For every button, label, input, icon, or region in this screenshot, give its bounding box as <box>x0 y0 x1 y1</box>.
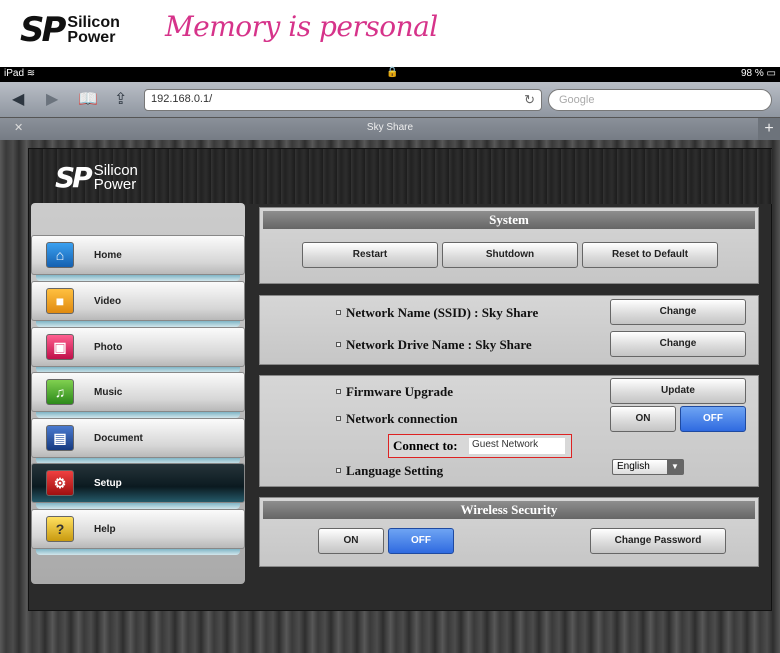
music-icon: ♫ <box>46 379 74 405</box>
ssid-row: Network Name (SSID) : Sky Share <box>336 305 538 321</box>
sidebar-item-label: Help <box>94 523 116 535</box>
sidebar-item-photo[interactable]: ▣ Photo <box>31 327 245 373</box>
sidebar-item-label: Setup <box>94 477 122 489</box>
device-label: iPad ≋ <box>4 68 36 79</box>
wireless-security-panel: Wireless Security ON OFF Change Password <box>259 497 759 567</box>
shutdown-button[interactable]: Shutdown <box>442 242 578 268</box>
bullet-icon <box>336 388 341 394</box>
wifi-icon: ≋ <box>26 68 36 79</box>
logo-mark: SP <box>20 10 66 50</box>
tab-title[interactable]: Sky Share <box>0 122 780 133</box>
connect-to-field: Connect to: Guest Network <box>388 434 572 458</box>
header-logo: SP Silicon Power <box>55 161 138 194</box>
wireless-off-button[interactable]: OFF <box>388 528 454 554</box>
connect-to-input[interactable]: Guest Network <box>469 438 565 454</box>
new-tab-icon[interactable]: + <box>758 118 780 140</box>
address-bar[interactable]: 192.168.0.1/ ↻ <box>144 89 542 111</box>
battery-status: 98 % ▭ <box>740 68 776 79</box>
app-container: SP Silicon Power ⌂ Home ■ Video ▣ Photo … <box>28 148 773 611</box>
app-header: SP Silicon Power <box>29 149 773 204</box>
status-bar: iPad ≋ 🔒 98 % ▭ <box>0 67 780 82</box>
bullet-icon <box>336 341 341 347</box>
url-text: 192.168.0.1/ <box>151 93 213 105</box>
document-icon: ▤ <box>46 425 74 451</box>
bullet-icon <box>336 415 341 421</box>
sidebar-item-setup[interactable]: ⚙ Setup <box>31 463 245 509</box>
sidebar: ⌂ Home ■ Video ▣ Photo ♫ Music ▤ Documen… <box>31 203 245 584</box>
reload-icon[interactable]: ↻ <box>524 92 535 108</box>
battery-icon: ▭ <box>766 68 776 79</box>
help-icon: ? <box>46 516 74 542</box>
change-ssid-button[interactable]: Change <box>610 299 746 325</box>
logo-word-bottom: Power <box>67 29 116 46</box>
video-icon: ■ <box>46 288 74 314</box>
language-select[interactable]: English ▼ <box>612 459 684 475</box>
sidebar-item-video[interactable]: ■ Video <box>31 281 245 327</box>
sidebar-item-label: Home <box>94 249 122 261</box>
sidebar-item-home[interactable]: ⌂ Home <box>31 235 245 281</box>
back-icon[interactable]: ◀ <box>12 89 24 109</box>
system-panel: System Restart Shutdown Reset to Default <box>259 207 759 284</box>
language-row: Language Setting <box>336 463 443 479</box>
bookmarks-icon[interactable]: 📖 <box>78 89 98 109</box>
change-drive-name-button[interactable]: Change <box>610 331 746 357</box>
network-name-panel: Network Name (SSID) : Sky Share Change N… <box>259 295 759 365</box>
drive-name-row: Network Drive Name : Sky Share <box>336 337 532 353</box>
connection-off-button[interactable]: OFF <box>680 406 746 432</box>
bullet-icon <box>336 467 341 473</box>
tagline: Memory is personal <box>165 10 438 43</box>
sidebar-item-document[interactable]: ▤ Document <box>31 418 245 464</box>
wireless-security-title: Wireless Security <box>263 501 755 519</box>
chevron-down-icon: ▼ <box>667 460 683 474</box>
search-field[interactable]: Google <box>548 89 772 111</box>
firmware-row: Firmware Upgrade <box>336 384 453 400</box>
sidebar-item-music[interactable]: ♫ Music <box>31 372 245 418</box>
sidebar-item-label: Video <box>94 295 122 307</box>
update-button[interactable]: Update <box>610 378 746 404</box>
photo-icon: ▣ <box>46 334 74 360</box>
header-logo-bottom: Power <box>93 175 137 193</box>
setup-icon: ⚙ <box>46 470 74 496</box>
sidebar-item-label: Document <box>94 432 143 444</box>
home-icon: ⌂ <box>46 242 74 268</box>
wireless-on-button[interactable]: ON <box>318 528 384 554</box>
restart-button[interactable]: Restart <box>302 242 438 268</box>
share-icon[interactable]: ⇪ <box>114 89 127 109</box>
sidebar-item-help[interactable]: ? Help <box>31 509 245 555</box>
logo-word-top: Silicon <box>67 14 120 31</box>
silicon-power-logo: SP Silicon Power <box>20 10 120 50</box>
sidebar-item-label: Photo <box>94 341 123 353</box>
forward-icon[interactable]: ▶ <box>46 89 58 109</box>
settings-panel: Firmware Upgrade Update Network connecti… <box>259 375 759 487</box>
lock-icon: 🔒 <box>386 67 399 78</box>
network-connection-row: Network connection <box>336 411 458 427</box>
browser-toolbar: ◀ ▶ 📖 ⇪ 192.168.0.1/ ↻ Google <box>0 82 780 118</box>
system-title: System <box>263 211 755 229</box>
connection-on-button[interactable]: ON <box>610 406 676 432</box>
header-logo-mark: SP <box>55 161 93 194</box>
tab-bar: ✕ Sky Share + <box>0 118 780 140</box>
connect-to-label: Connect to: <box>393 438 458 453</box>
bullet-icon <box>336 309 341 315</box>
brand-banner: SP Silicon Power Memory is personal <box>0 0 780 67</box>
reset-default-button[interactable]: Reset to Default <box>582 242 718 268</box>
sidebar-item-label: Music <box>94 386 123 398</box>
change-password-button[interactable]: Change Password <box>590 528 726 554</box>
